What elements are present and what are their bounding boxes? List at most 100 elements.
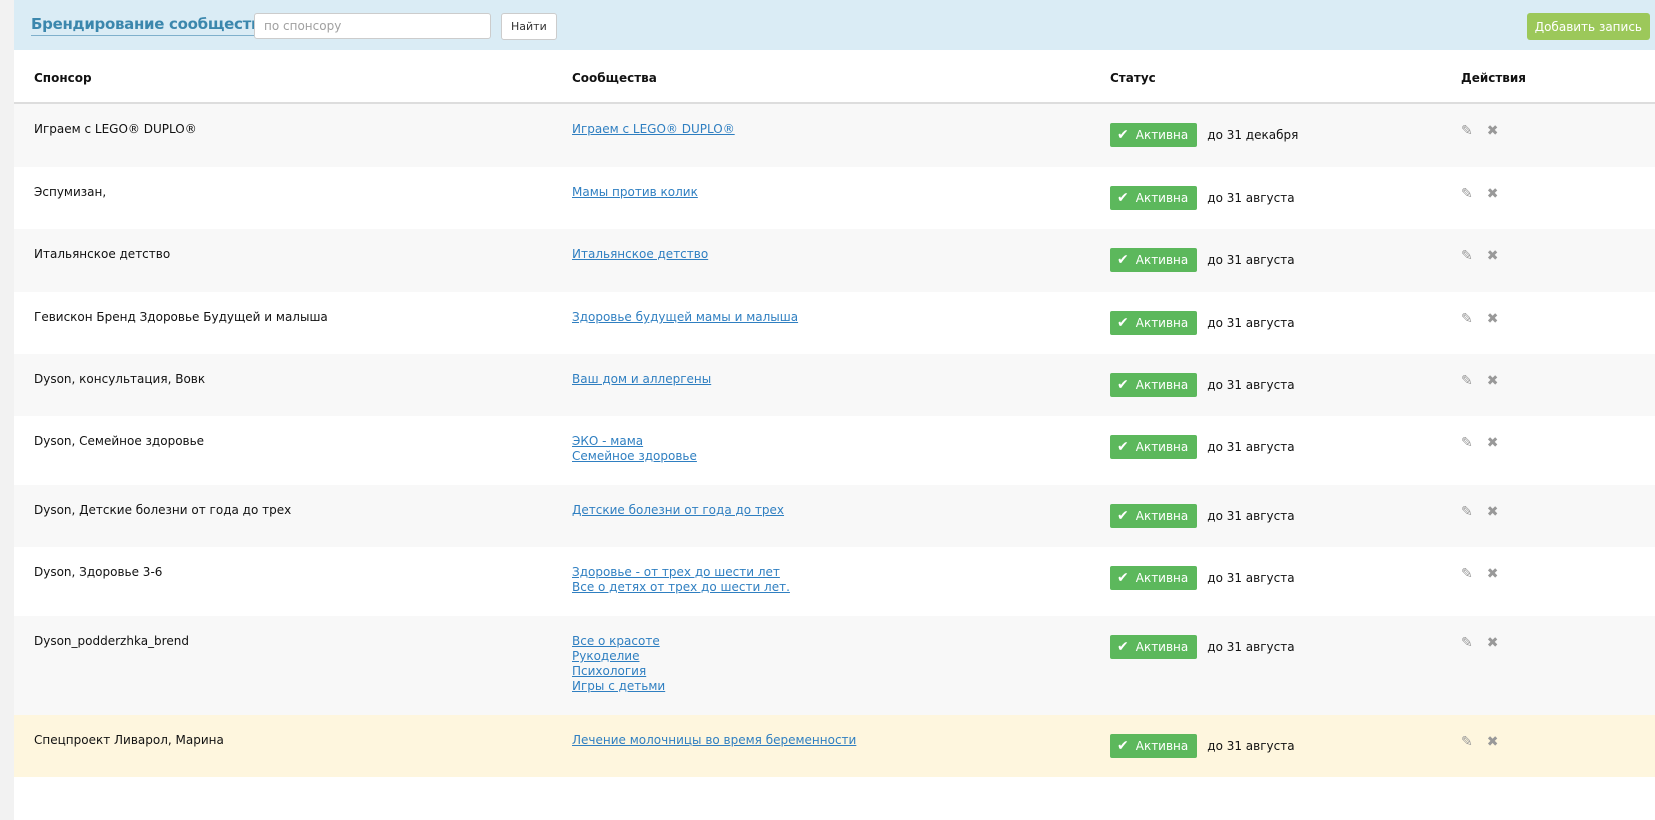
sponsor-search-input[interactable] bbox=[254, 13, 491, 39]
community-link[interactable]: Ваш дом и аллергены bbox=[572, 372, 711, 387]
page-title[interactable]: Брендирование сообществ bbox=[31, 15, 260, 36]
status-badge: ✔ Активна bbox=[1110, 504, 1198, 528]
table-row: Итальянское детство Итальянское детство … bbox=[14, 229, 1655, 292]
edit-pencil-icon[interactable]: ✎ bbox=[1461, 635, 1473, 651]
community-links: Лечение молочницы во время беременности bbox=[572, 733, 856, 748]
status-badge: ✔ Активна bbox=[1110, 373, 1198, 397]
status-badge: ✔ Активна bbox=[1110, 123, 1198, 147]
edit-pencil-icon[interactable]: ✎ bbox=[1461, 123, 1473, 139]
status-cell: ✔ Активна до 31 августа bbox=[1110, 635, 1295, 659]
sponsor-name: Итальянское детство bbox=[34, 247, 171, 261]
check-icon: ✔ bbox=[1117, 377, 1129, 393]
edit-pencil-icon[interactable]: ✎ bbox=[1461, 504, 1473, 520]
status-badge: ✔ Активна bbox=[1110, 311, 1198, 335]
row-actions: ✎ ✖ bbox=[1461, 123, 1512, 139]
delete-x-icon[interactable]: ✖ bbox=[1487, 373, 1499, 389]
check-icon: ✔ bbox=[1117, 508, 1129, 524]
edit-pencil-icon[interactable]: ✎ bbox=[1461, 435, 1473, 451]
row-actions: ✎ ✖ bbox=[1461, 566, 1512, 582]
community-link[interactable]: Семейное здоровье bbox=[572, 449, 697, 464]
page: Брендирование сообществ Найти Добавить з… bbox=[14, 0, 1655, 820]
edit-pencil-icon[interactable]: ✎ bbox=[1461, 248, 1473, 264]
community-link[interactable]: Все о красоте bbox=[572, 634, 665, 649]
edit-pencil-icon[interactable]: ✎ bbox=[1461, 311, 1473, 327]
status-cell: ✔ Активна до 31 августа bbox=[1110, 734, 1295, 758]
delete-x-icon[interactable]: ✖ bbox=[1487, 435, 1499, 451]
community-links: Ваш дом и аллергены bbox=[572, 372, 711, 387]
community-link[interactable]: ЭКО - мама bbox=[572, 434, 697, 449]
community-link[interactable]: Играем с LEGO® DUPLO® bbox=[572, 122, 735, 137]
status-label: Активна bbox=[1135, 191, 1189, 205]
sponsor-name: Спецпроект Ливарол, Марина bbox=[34, 733, 224, 747]
status-until: до 31 августа bbox=[1207, 739, 1295, 753]
row-actions: ✎ ✖ bbox=[1461, 373, 1512, 389]
column-actions: Действия bbox=[1461, 71, 1527, 85]
table-row: Играем с LEGO® DUPLO® Играем с LEGO® DUP… bbox=[14, 104, 1655, 167]
row-actions: ✎ ✖ bbox=[1461, 435, 1512, 451]
table-row: Dyson_podderzhka_brend Все о красоте Руко… bbox=[14, 616, 1655, 715]
status-until: до 31 августа bbox=[1207, 571, 1295, 585]
status-until: до 31 августа bbox=[1207, 378, 1295, 392]
table-row: Dyson, консультация, Вовк Ваш дом и алле… bbox=[14, 354, 1655, 416]
community-links: Все о красоте Рукоделие Психология Игры с д… bbox=[572, 634, 665, 694]
table-row: Dyson, Семейное здоровье ЭКО - мама Семей… bbox=[14, 416, 1655, 485]
delete-x-icon[interactable]: ✖ bbox=[1487, 311, 1499, 327]
community-link[interactable]: Детские болезни от года до трех bbox=[572, 503, 784, 518]
community-link[interactable]: Мамы против колик bbox=[572, 185, 698, 200]
check-icon: ✔ bbox=[1117, 570, 1129, 586]
status-cell: ✔ Активна до 31 августа bbox=[1110, 248, 1295, 272]
table-row: Гевискон Бренд Здоровье Будущей и малыша… bbox=[14, 292, 1655, 354]
check-icon: ✔ bbox=[1117, 738, 1129, 754]
edit-pencil-icon[interactable]: ✎ bbox=[1461, 373, 1473, 389]
row-actions: ✎ ✖ bbox=[1461, 635, 1512, 651]
delete-x-icon[interactable]: ✖ bbox=[1487, 734, 1499, 750]
edit-pencil-icon[interactable]: ✎ bbox=[1461, 186, 1473, 202]
status-cell: ✔ Активна до 31 декабря bbox=[1110, 123, 1298, 147]
community-link[interactable]: Здоровье - от трех до шести лет bbox=[572, 565, 790, 580]
find-button[interactable]: Найти bbox=[501, 13, 557, 40]
community-link[interactable]: Психология bbox=[572, 664, 665, 679]
delete-x-icon[interactable]: ✖ bbox=[1487, 248, 1499, 264]
community-link[interactable]: Лечение молочницы во время беременности bbox=[572, 733, 856, 748]
row-actions: ✎ ✖ bbox=[1461, 734, 1512, 750]
status-badge: ✔ Активна bbox=[1110, 635, 1198, 659]
sponsor-name: Dyson_podderzhka_brend bbox=[34, 634, 189, 648]
sponsor-name: Dyson, Здоровье 3-6 bbox=[34, 565, 163, 579]
community-links: ЭКО - мама Семейное здоровье bbox=[572, 434, 697, 464]
check-icon: ✔ bbox=[1117, 190, 1129, 206]
sponsor-name: Dyson, консультация, Вовк bbox=[34, 372, 206, 386]
table-row: Эспумизан, Мамы против колик ✔ Активна до … bbox=[14, 167, 1655, 229]
status-cell: ✔ Активна до 31 августа bbox=[1110, 566, 1295, 590]
delete-x-icon[interactable]: ✖ bbox=[1487, 566, 1499, 582]
status-label: Активна bbox=[1135, 440, 1189, 454]
status-label: Активна bbox=[1135, 128, 1189, 142]
table-row: Dyson, Здоровье 3-6 Здоровье - от трех д… bbox=[14, 547, 1655, 616]
status-label: Активна bbox=[1135, 571, 1189, 585]
status-cell: ✔ Активна до 31 августа bbox=[1110, 311, 1295, 335]
community-link[interactable]: Итальянское детство bbox=[572, 247, 708, 262]
community-links: Здоровье будущей мамы и малыша bbox=[572, 310, 798, 325]
status-until: до 31 августа bbox=[1207, 640, 1295, 654]
community-links: Детские болезни от года до трех bbox=[572, 503, 784, 518]
status-until: до 31 августа bbox=[1207, 191, 1295, 205]
delete-x-icon[interactable]: ✖ bbox=[1487, 186, 1499, 202]
delete-x-icon[interactable]: ✖ bbox=[1487, 504, 1499, 520]
delete-x-icon[interactable]: ✖ bbox=[1487, 123, 1499, 139]
status-cell: ✔ Активна до 31 августа bbox=[1110, 504, 1295, 528]
edit-pencil-icon[interactable]: ✎ bbox=[1461, 734, 1473, 750]
table-header: Спонсор Сообщества Статус Действия bbox=[14, 50, 1655, 104]
community-link[interactable]: Рукоделие bbox=[572, 649, 665, 664]
status-until: до 31 августа bbox=[1207, 316, 1295, 330]
delete-x-icon[interactable]: ✖ bbox=[1487, 635, 1499, 651]
edit-pencil-icon[interactable]: ✎ bbox=[1461, 566, 1473, 582]
sponsor-name: Dyson, Детские болезни от года до трех bbox=[34, 503, 292, 517]
community-link[interactable]: Здоровье будущей мамы и малыша bbox=[572, 310, 798, 325]
add-record-button[interactable]: Добавить запись bbox=[1526, 13, 1650, 40]
community-link[interactable]: Игры с детьми bbox=[572, 679, 665, 694]
community-link[interactable]: Все о детях от трех до шести лет. bbox=[572, 580, 790, 595]
status-until: до 31 августа bbox=[1207, 253, 1295, 267]
status-label: Активна bbox=[1135, 253, 1189, 267]
column-communities: Сообщества bbox=[572, 71, 657, 85]
row-actions: ✎ ✖ bbox=[1461, 186, 1512, 202]
check-icon: ✔ bbox=[1117, 252, 1129, 268]
